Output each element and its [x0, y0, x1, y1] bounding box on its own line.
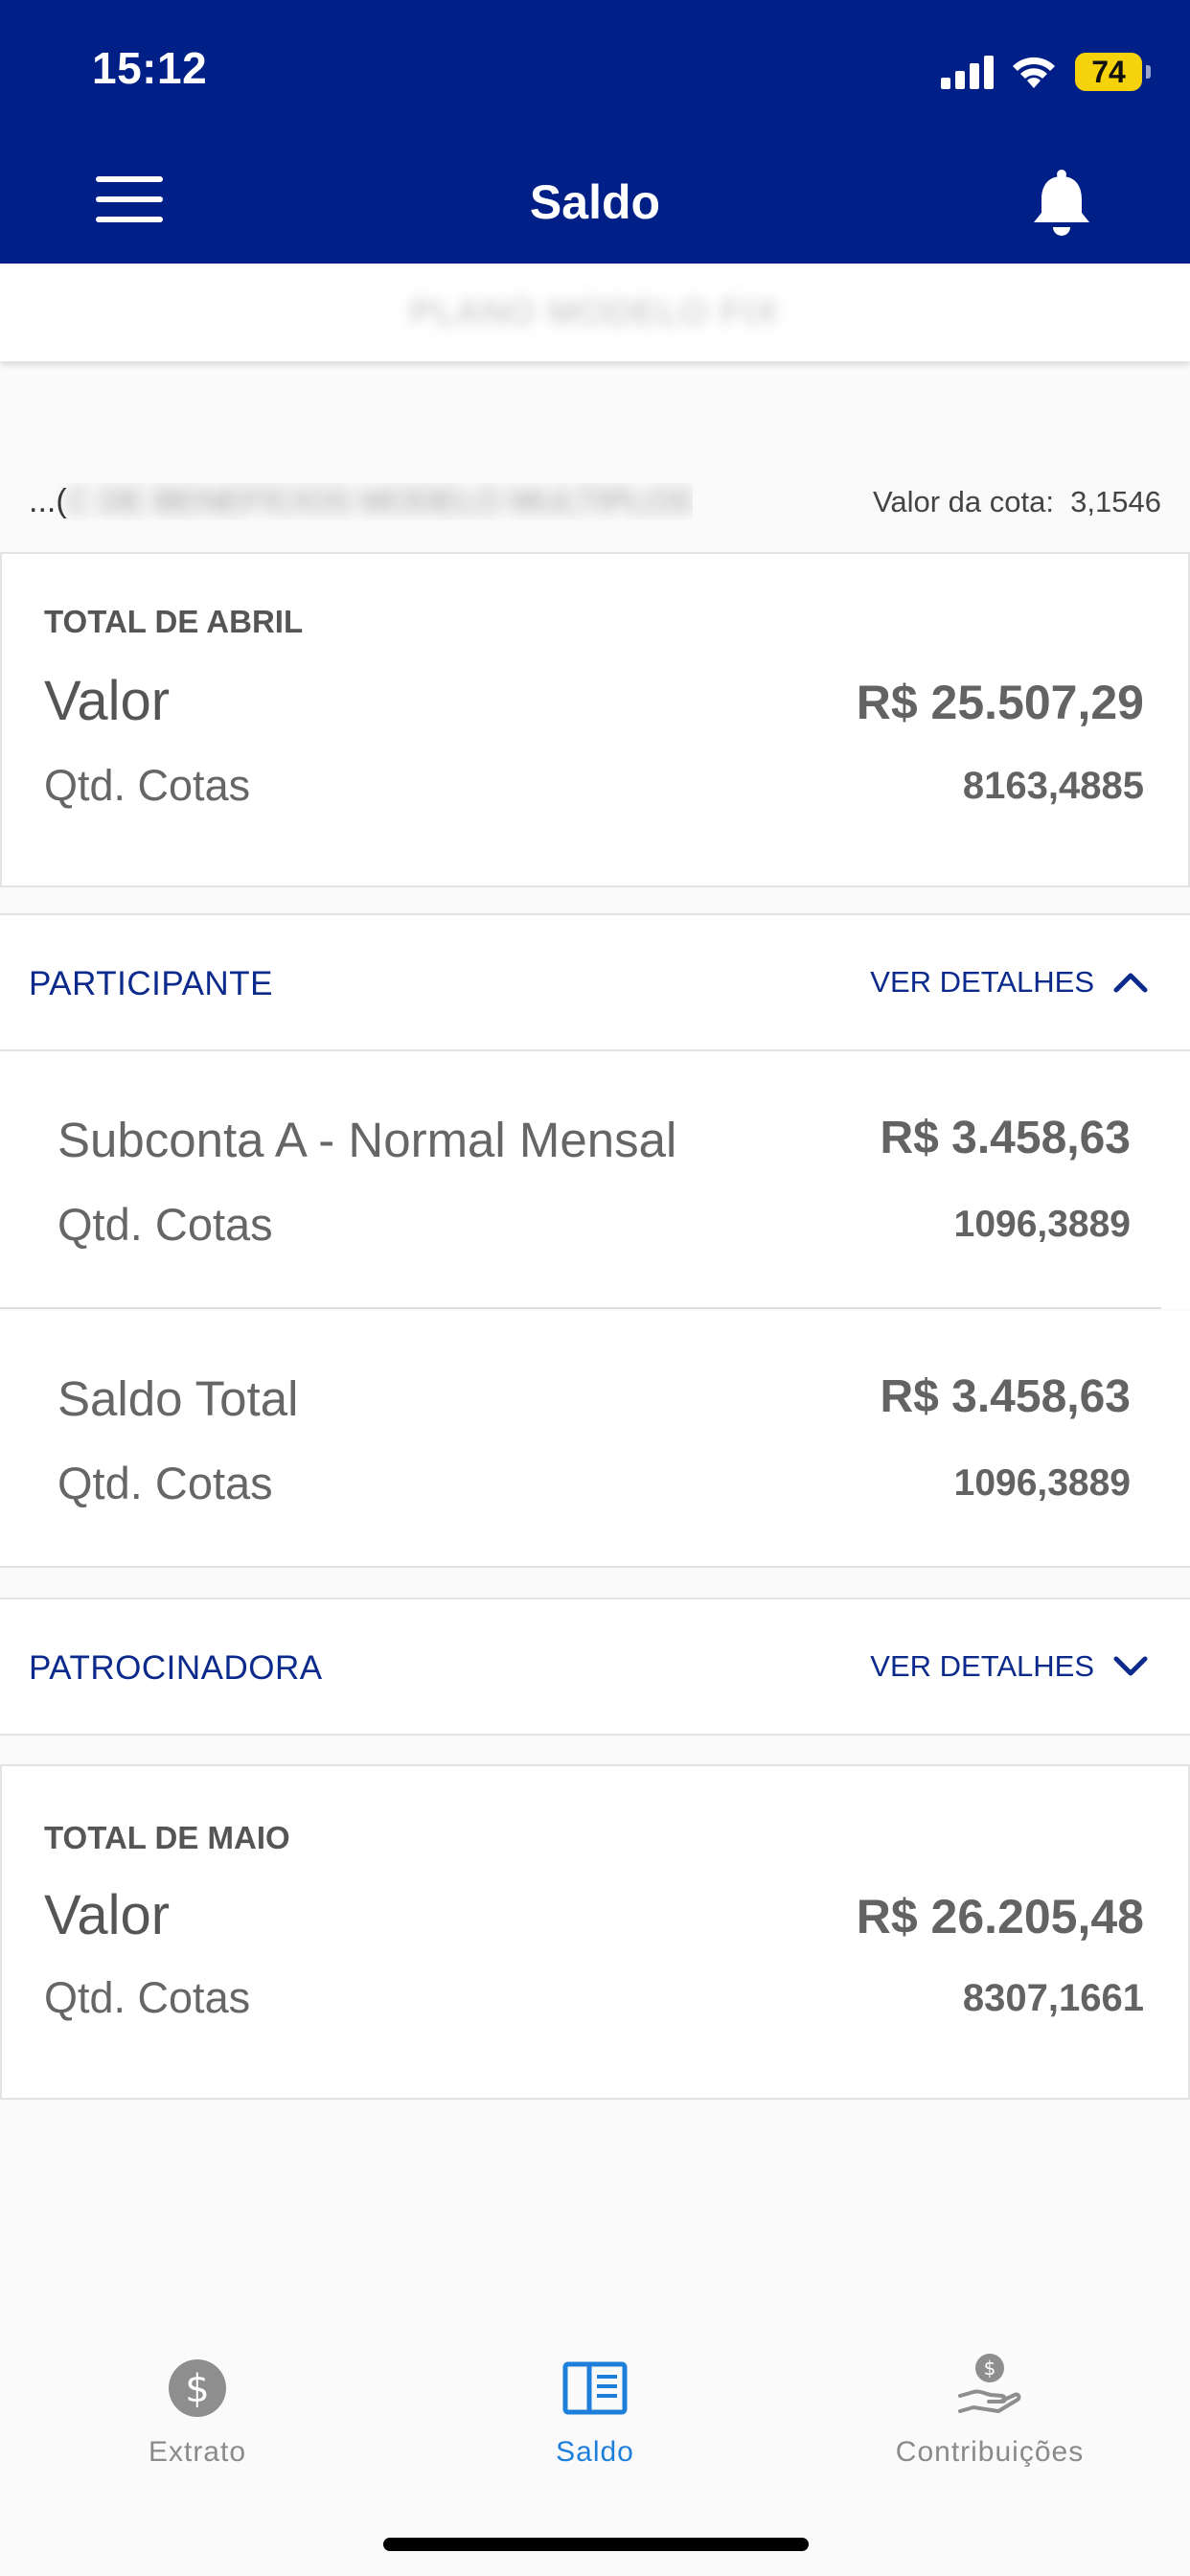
saldo-total-amount: R$ 3.458,63 — [880, 1371, 1131, 1422]
saldo-total-cotas-amount: 1096,3889 — [953, 1462, 1131, 1504]
home-indicator — [383, 2538, 809, 2551]
valor-amount: R$ 26.205,48 — [856, 1890, 1144, 1944]
cotas-amount: 8307,1661 — [962, 1977, 1144, 2019]
subconta-label: Subconta A - Normal Mensal — [57, 1113, 677, 1167]
tab-contribuicoes[interactable]: $ Contribuições — [836, 2338, 1143, 2492]
subconta-cotas-amount: 1096,3889 — [953, 1204, 1131, 1245]
tab-extrato[interactable]: $ Extrato — [44, 2338, 351, 2492]
valor-amount: R$ 25.507,29 — [856, 676, 1144, 729]
tab-label: Extrato — [148, 2436, 247, 2468]
signal-icon — [941, 56, 994, 89]
saldo-total-label: Saldo Total — [57, 1371, 299, 1426]
cotas-amount: 8163,4885 — [962, 765, 1144, 807]
fund-name: ...(C DE BENEFÍCIOS MODELO MULTIPLOS — [29, 483, 693, 520]
nav-bar: Saldo — [0, 153, 1190, 249]
section-label: PATROCINADORA — [29, 1649, 323, 1687]
status-time: 15:12 — [92, 43, 208, 93]
tab-label: Contribuições — [895, 2436, 1085, 2468]
chevron-up-icon — [1113, 973, 1148, 993]
subconta-cotas-label: Qtd. Cotas — [57, 1199, 273, 1250]
total-maio-card: TOTAL DE MAIO Valor R$ 26.205,48 Qtd. Co… — [0, 1764, 1190, 2100]
subconta-amount: R$ 3.458,63 — [880, 1113, 1131, 1163]
quota-label: Valor da cota: — [872, 485, 1054, 518]
fund-name-prefix: ...( — [29, 483, 67, 519]
bell-icon — [1034, 170, 1089, 236]
divider — [0, 1307, 1161, 1309]
ver-detalhes-participante-button[interactable]: VER DETALHES — [870, 965, 1148, 1000]
cotas-label: Qtd. Cotas — [44, 1973, 251, 2022]
svg-text:$: $ — [185, 2367, 209, 2411]
section-label: PARTICIPANTE — [29, 965, 273, 1002]
chevron-down-icon — [1113, 1656, 1148, 1676]
section-participante: PARTICIPANTE VER DETALHES — [0, 913, 1190, 1051]
section-patrocinadora: PATROCINADORA VER DETALHES — [0, 1598, 1190, 1736]
wifi-icon — [1013, 57, 1055, 88]
total-abril-card: TOTAL DE ABRIL Valor R$ 25.507,29 Qtd. C… — [0, 552, 1190, 887]
fund-name-hidden: C DE BENEFÍCIOS MODELO MULTIPLOS — [66, 483, 693, 519]
tab-label: Saldo — [556, 2436, 634, 2468]
page-title: Saldo — [529, 175, 661, 229]
subconta-block: Subconta A - Normal Mensal R$ 3.458,63 Q… — [0, 1052, 1190, 1309]
ver-detalhes-label: VER DETALHES — [870, 1649, 1094, 1683]
quota-number: 3,1546 — [1070, 485, 1161, 518]
plan-selector[interactable]: PLANO MODELO FIX — [0, 264, 1190, 361]
statement-book-icon — [562, 2361, 628, 2415]
plan-name: PLANO MODELO FIX — [409, 292, 781, 332]
card-title: TOTAL DE ABRIL — [44, 604, 304, 639]
fund-info-row: ...(C DE BENEFÍCIOS MODELO MULTIPLOS Val… — [0, 468, 1190, 535]
valor-label: Valor — [44, 1884, 171, 1946]
saldo-total-block: Saldo Total R$ 3.458,63 Qtd. Cotas 1096,… — [0, 1311, 1190, 1568]
quota-value: Valor da cota: 3,1546 — [873, 485, 1161, 519]
notifications-button[interactable] — [1029, 169, 1094, 238]
battery-icon: 74 — [1075, 53, 1151, 91]
ver-detalhes-patrocinadora-button[interactable]: VER DETALHES — [870, 1649, 1148, 1684]
tab-saldo[interactable]: Saldo — [442, 2338, 748, 2492]
dollar-circle-icon: $ — [169, 2359, 226, 2417]
saldo-total-cotas-label: Qtd. Cotas — [57, 1458, 273, 1508]
ver-detalhes-label: VER DETALHES — [870, 965, 1094, 999]
status-icons: 74 — [941, 50, 1151, 94]
valor-label: Valor — [44, 670, 171, 732]
app-header: 15:12 74 Saldo — [0, 0, 1190, 264]
battery-level: 74 — [1091, 54, 1126, 89]
hand-coin-icon: $ — [958, 2354, 1021, 2413]
card-title: TOTAL DE MAIO — [44, 1820, 290, 1855]
svg-text:$: $ — [984, 2357, 996, 2380]
cotas-label: Qtd. Cotas — [44, 761, 251, 810]
